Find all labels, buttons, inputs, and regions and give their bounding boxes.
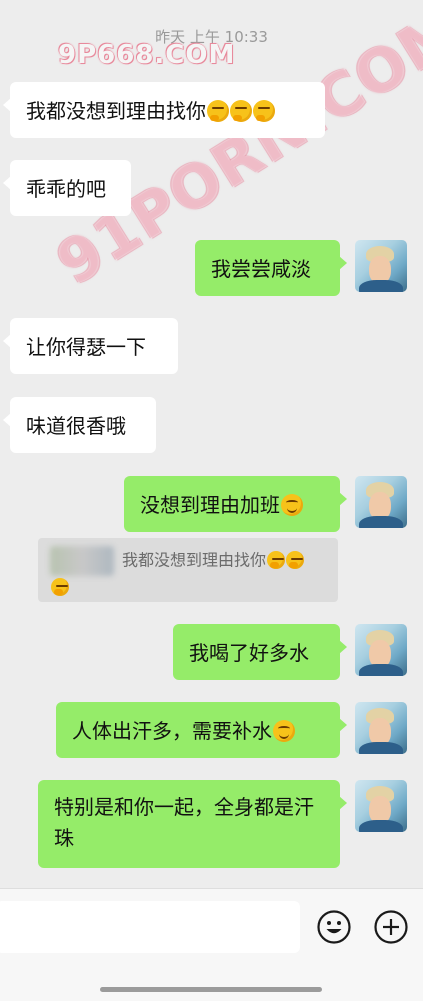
message-bubble-outgoing[interactable]: 人体出汗多，需要补水 xyxy=(56,702,347,758)
message-input[interactable] xyxy=(0,901,300,953)
message-text: 味道很香哦 xyxy=(26,414,126,438)
message-bubble-incoming[interactable]: 让你得瑟一下 xyxy=(3,318,178,374)
message-text: 我都没想到理由找你 xyxy=(26,99,206,123)
message-bubble-outgoing[interactable]: 我喝了好多水 xyxy=(173,624,347,680)
message-bubble-outgoing[interactable]: 特别是和你一起，全身都是汗珠 xyxy=(38,780,347,868)
smiling-face-emoji-icon xyxy=(273,720,295,742)
avatar[interactable] xyxy=(355,476,407,528)
message-text: 我喝了好多水 xyxy=(189,641,309,665)
chat-timestamp: 昨天 上午 10:33 xyxy=(155,28,268,46)
message-text: 乖乖的吧 xyxy=(26,177,106,201)
home-indicator[interactable] xyxy=(100,987,322,992)
message-text: 人体出汗多，需要补水 xyxy=(72,719,272,743)
avatar-shirt xyxy=(359,820,403,832)
quoted-sender-blurred xyxy=(50,546,114,576)
avatar[interactable] xyxy=(355,780,407,832)
chat-input-bar xyxy=(0,888,423,1001)
message-text: 没想到理由加班 xyxy=(140,493,280,517)
thinking-face-emoji-icon xyxy=(286,550,305,569)
avatar-shirt xyxy=(359,664,403,676)
emoji-button[interactable] xyxy=(316,909,352,945)
smiley-icon xyxy=(317,910,351,944)
message-text: 我尝尝咸淡 xyxy=(211,257,311,281)
thinking-face-emoji-icon xyxy=(267,550,286,569)
more-button[interactable] xyxy=(373,909,409,945)
thinking-face-emoji-icon xyxy=(230,100,252,122)
avatar-shirt xyxy=(359,280,403,292)
message-bubble-outgoing[interactable]: 没想到理由加班 xyxy=(124,476,347,532)
message-bubble-incoming[interactable]: 味道很香哦 xyxy=(3,397,156,453)
message-bubble-incoming[interactable]: 乖乖的吧 xyxy=(3,160,131,216)
avatar[interactable] xyxy=(355,240,407,292)
avatar[interactable] xyxy=(355,702,407,754)
quoted-text: 我都没想到理由找你 xyxy=(122,550,267,570)
smiling-face-emoji-icon xyxy=(281,494,303,516)
quoted-message[interactable]: 我都没想到理由找你 xyxy=(38,538,338,602)
message-text: 让你得瑟一下 xyxy=(26,335,146,359)
plus-circle-icon xyxy=(374,910,408,944)
message-bubble-outgoing[interactable]: 我尝尝咸淡 xyxy=(195,240,347,296)
thinking-face-emoji-icon xyxy=(51,578,69,596)
thinking-face-emoji-icon xyxy=(253,100,275,122)
avatar-shirt xyxy=(359,742,403,754)
thinking-face-emoji-icon xyxy=(207,100,229,122)
message-bubble-incoming[interactable]: 我都没想到理由找你 xyxy=(3,82,325,138)
avatar-shirt xyxy=(359,516,403,528)
message-text: 特别是和你一起，全身都是汗珠 xyxy=(54,795,314,850)
avatar[interactable] xyxy=(355,624,407,676)
